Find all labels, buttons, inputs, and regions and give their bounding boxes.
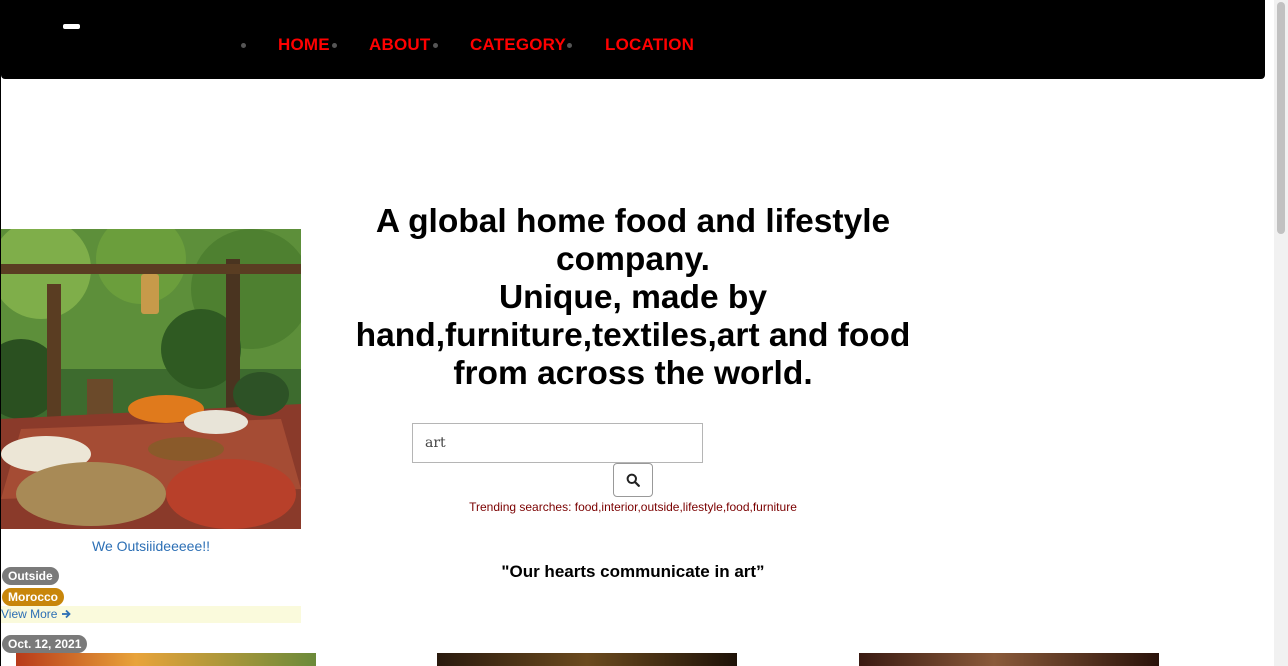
card-image[interactable]	[437, 653, 737, 666]
search-button[interactable]	[613, 463, 653, 497]
navbar-toggler-icon[interactable]	[63, 24, 80, 29]
nav-link-location[interactable]: LOCATION	[605, 35, 694, 55]
card-title[interactable]: We Outsiiideeeee!!	[1, 538, 301, 554]
nav-bullet-icon	[241, 43, 246, 48]
date-badge: Oct. 12, 2021	[2, 635, 88, 653]
scrollbar-thumb[interactable]	[1277, 2, 1285, 234]
trending-searches: Trending searches: food,interior,outside…	[469, 500, 797, 514]
card-image[interactable]	[16, 653, 316, 666]
nav-link-category[interactable]: CATEGORY	[470, 35, 566, 55]
nav-link-home[interactable]: HOME	[278, 35, 330, 55]
card-image[interactable]	[1, 229, 301, 529]
nav-bullet-icon	[433, 43, 438, 48]
nav-bullet-icon	[332, 43, 337, 48]
nav-link-about[interactable]: ABOUT	[369, 35, 430, 55]
search-icon	[626, 473, 640, 487]
scrollbar[interactable]	[1274, 0, 1288, 666]
nav-bullet-icon	[567, 43, 572, 48]
tag-badge[interactable]: Morocco	[2, 588, 65, 606]
arrow-right-icon	[61, 609, 71, 619]
card-image[interactable]	[859, 653, 1159, 666]
navbar: HOME ABOUT CATEGORY LOCATION	[1, 0, 1265, 79]
tag-badge[interactable]: Outside	[2, 567, 59, 585]
view-more-link[interactable]: View More	[1, 606, 301, 623]
quote-text: "Our hearts communicate in art”	[501, 562, 765, 581]
hero-heading-line2: Unique, made by hand,furniture,textiles,…	[355, 279, 911, 392]
hero-heading-line1: A global home food and lifestyle company…	[375, 203, 891, 278]
hero-heading: A global home food and lifestyle company…	[333, 203, 933, 393]
view-more-label: View More	[1, 607, 58, 621]
search-input[interactable]	[412, 423, 703, 463]
